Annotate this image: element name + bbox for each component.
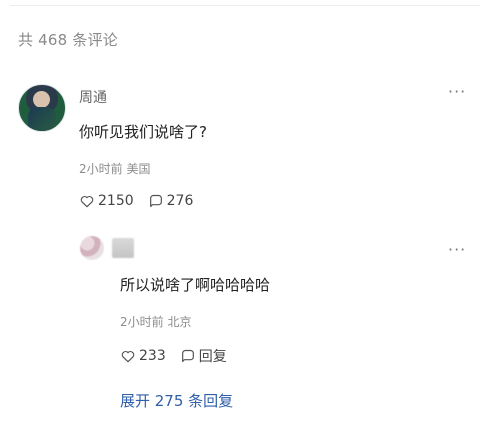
heart-icon	[121, 351, 135, 363]
reply-content: 所以说啥了啊哈哈哈哈	[120, 276, 271, 294]
like-count: 233	[139, 348, 166, 364]
expand-replies-link[interactable]: 展开 275 条回复	[120, 390, 233, 411]
reply-actions: 233 回复	[120, 346, 227, 366]
reply-time: 2小时前	[120, 315, 164, 329]
reply-location: 北京	[167, 315, 192, 329]
top-divider	[10, 5, 480, 6]
avatar[interactable]	[80, 236, 104, 260]
reply-username-blurred[interactable]	[112, 238, 134, 258]
like-button[interactable]: 2150	[79, 193, 134, 209]
reply-label: 回复	[198, 349, 227, 365]
comment-username[interactable]: 周通	[79, 87, 107, 107]
comment-meta: 2小时前 美国	[79, 160, 150, 177]
comment-time: 2小时前	[79, 162, 123, 176]
comment-location: 美国	[126, 162, 151, 176]
reply-count: 276	[166, 193, 194, 209]
reply-button[interactable]: 回复	[180, 346, 227, 366]
more-icon[interactable]: ···	[448, 240, 466, 259]
heart-icon	[80, 196, 94, 208]
comment-actions: 2150 276	[79, 193, 193, 209]
comments-header: 共 468 条评论	[18, 31, 118, 49]
reply-meta: 2小时前 北京	[120, 313, 191, 330]
comment-icon	[181, 349, 194, 362]
comment-icon	[149, 194, 162, 207]
more-icon[interactable]: ···	[448, 82, 466, 101]
comment-content: 你听见我们说啥了?	[79, 123, 207, 141]
comment-button[interactable]: 276	[148, 193, 194, 209]
like-count: 2150	[98, 193, 134, 209]
like-button[interactable]: 233	[120, 348, 166, 364]
avatar[interactable]	[18, 84, 66, 132]
